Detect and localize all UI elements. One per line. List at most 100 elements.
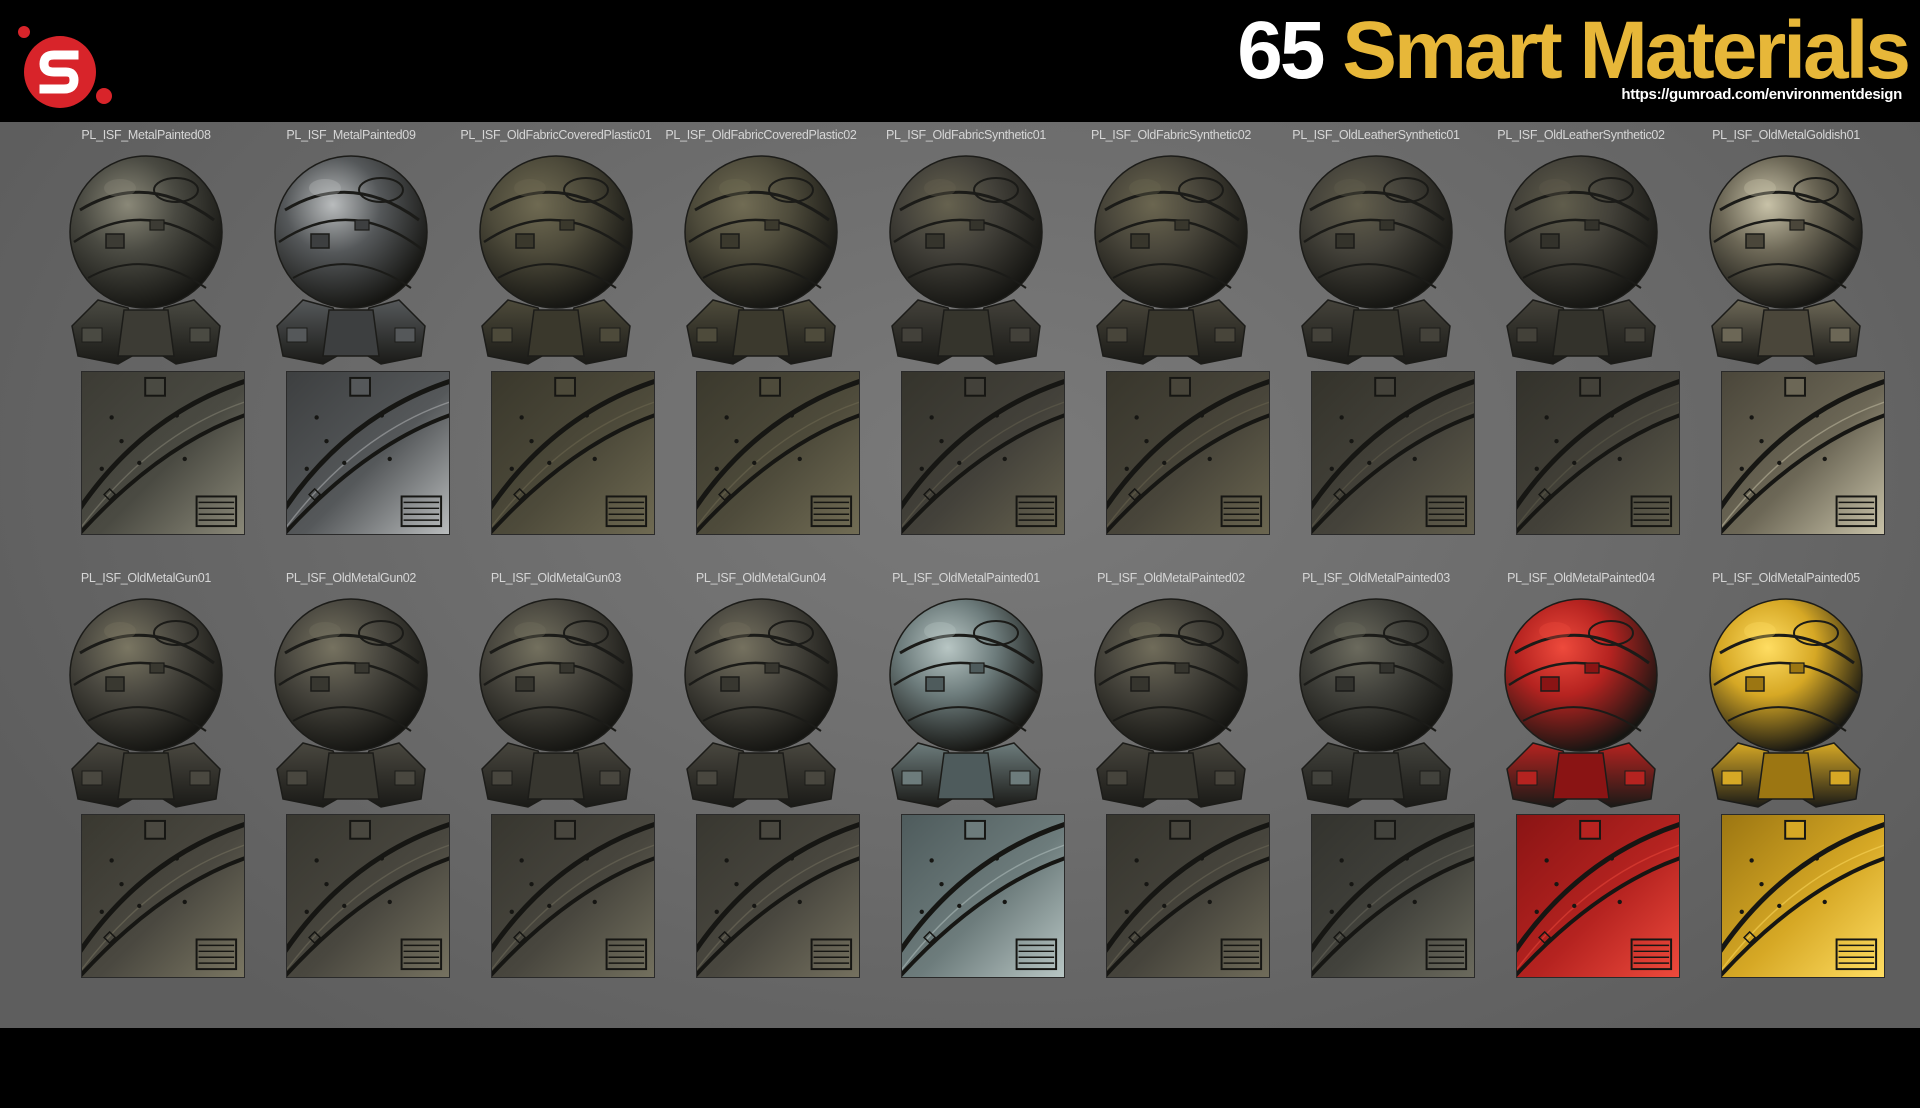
material-name-label: PL_ISF_MetalPainted09 [286, 128, 416, 142]
material-preview [673, 150, 849, 366]
material-name-label: PL_ISF_OldFabricCoveredPlastic01 [460, 128, 652, 142]
material-name-label: PL_ISF_OldMetalPainted01 [892, 571, 1040, 585]
material-preview-sphere [1709, 598, 1863, 808]
material-card[interactable]: PL_ISF_OldMetalPainted04 [1479, 571, 1683, 991]
material-closeup-image [82, 815, 244, 977]
material-closeup-image [1722, 815, 1884, 977]
material-card[interactable]: PL_ISF_OldMetalGun03 [454, 571, 658, 991]
material-preview-sphere [1094, 598, 1248, 808]
material-card[interactable]: PL_ISF_OldLeatherSynthetic02 [1479, 128, 1683, 548]
material-card[interactable]: PL_ISF_OldMetalPainted02 [1069, 571, 1273, 991]
material-closeup-swatch [901, 814, 1065, 978]
material-name-label: PL_ISF_OldMetalGun02 [285, 571, 417, 585]
material-name-label: PL_ISF_OldFabricSynthetic02 [1090, 128, 1252, 142]
material-card[interactable]: PL_ISF_OldFabricSynthetic02 [1069, 128, 1273, 548]
material-card[interactable]: PL_ISF_OldMetalGun04 [659, 571, 863, 991]
material-preview [878, 593, 1054, 809]
material-name-label: PL_ISF_OldMetalGun01 [80, 571, 212, 585]
material-card[interactable]: PL_ISF_OldFabricCoveredPlastic01 [454, 128, 658, 548]
material-card[interactable]: PL_ISF_OldMetalPainted03 [1274, 571, 1478, 991]
material-closeup-swatch [1516, 371, 1680, 535]
material-name-label: PL_ISF_OldMetalPainted03 [1302, 571, 1450, 585]
material-preview [673, 593, 849, 809]
material-preview-sphere [479, 598, 633, 808]
material-closeup-image [1312, 815, 1474, 977]
material-preview-sphere [889, 598, 1043, 808]
material-preview-sphere [274, 598, 428, 808]
material-closeup-image [1517, 815, 1679, 977]
material-preview-sphere [889, 155, 1043, 365]
material-closeup-image [1312, 372, 1474, 534]
material-preview-sphere [69, 598, 223, 808]
material-closeup-swatch [1516, 814, 1680, 978]
material-preview-sphere [1299, 155, 1453, 365]
material-closeup-swatch [81, 814, 245, 978]
material-closeup-image [902, 815, 1064, 977]
material-card[interactable]: PL_ISF_OldMetalGoldish01 [1684, 128, 1888, 548]
material-card[interactable]: PL_ISF_OldMetalPainted01 [864, 571, 1068, 991]
material-closeup-image [82, 372, 244, 534]
material-card[interactable]: PL_ISF_OldLeatherSynthetic01 [1274, 128, 1478, 548]
material-closeup-swatch [1721, 371, 1885, 535]
material-preview-sphere [1709, 155, 1863, 365]
material-closeup-swatch [1106, 814, 1270, 978]
footer-bar [0, 1028, 1920, 1108]
material-closeup-swatch [286, 814, 450, 978]
material-name-label: PL_ISF_OldLeatherSynthetic02 [1497, 128, 1665, 142]
material-preview [58, 150, 234, 366]
material-preview [1288, 150, 1464, 366]
material-name-label: PL_ISF_OldMetalPainted04 [1507, 571, 1655, 585]
material-card[interactable]: PL_ISF_OldFabricCoveredPlastic02 [659, 128, 863, 548]
material-card[interactable]: PL_ISF_OldMetalPainted05 [1684, 571, 1888, 991]
material-preview-sphere [69, 155, 223, 365]
material-preview [58, 593, 234, 809]
material-card[interactable]: PL_ISF_OldMetalGun01 [44, 571, 248, 991]
material-grid-panel: PL_ISF_MetalPainted08 PL_ISF_MetalPainted… [0, 122, 1920, 1028]
material-card[interactable]: PL_ISF_MetalPainted08 [44, 128, 248, 548]
material-closeup-image [697, 372, 859, 534]
material-preview-sphere [274, 155, 428, 365]
material-closeup-image [287, 815, 449, 977]
material-preview-sphere [1299, 598, 1453, 808]
material-name-label: PL_ISF_OldMetalPainted02 [1097, 571, 1245, 585]
material-name-label: PL_ISF_OldFabricCoveredPlastic02 [665, 128, 857, 142]
material-preview [1493, 593, 1669, 809]
material-preview [1083, 150, 1259, 366]
material-name-label: PL_ISF_OldLeatherSynthetic01 [1292, 128, 1460, 142]
material-preview-sphere [1504, 155, 1658, 365]
material-name-label: PL_ISF_OldMetalGun04 [695, 571, 827, 585]
material-closeup-swatch [81, 371, 245, 535]
material-closeup-image [1107, 372, 1269, 534]
material-closeup-swatch [491, 814, 655, 978]
material-preview-sphere [684, 598, 838, 808]
material-closeup-image [492, 372, 654, 534]
material-name-label: PL_ISF_MetalPainted08 [81, 128, 211, 142]
material-closeup-image [1722, 372, 1884, 534]
material-closeup-swatch [901, 371, 1065, 535]
material-preview-sphere [1094, 155, 1248, 365]
store-url-link[interactable]: https://gumroad.com/environmentdesign [1621, 86, 1902, 103]
material-card[interactable]: PL_ISF_MetalPainted09 [249, 128, 453, 548]
material-preview-sphere [1504, 598, 1658, 808]
material-closeup-image [1107, 815, 1269, 977]
material-name-label: PL_ISF_OldMetalGoldish01 [1712, 128, 1860, 142]
header-bar: 65 Smart Materials https://gumroad.com/e… [0, 0, 1920, 122]
material-preview [878, 150, 1054, 366]
material-closeup-swatch [696, 814, 860, 978]
material-closeup-swatch [1311, 371, 1475, 535]
material-closeup-swatch [1311, 814, 1475, 978]
material-card[interactable]: PL_ISF_OldMetalGun02 [249, 571, 453, 991]
material-preview [263, 593, 439, 809]
material-closeup-swatch [1721, 814, 1885, 978]
material-card[interactable]: PL_ISF_OldFabricSynthetic01 [864, 128, 1068, 548]
page-title: 65 Smart Materials [1237, 6, 1911, 96]
material-name-label: PL_ISF_OldMetalPainted05 [1712, 571, 1860, 585]
material-preview [1698, 150, 1874, 366]
material-preview [468, 593, 644, 809]
material-preview-sphere [684, 155, 838, 365]
material-closeup-image [697, 815, 859, 977]
material-closeup-image [287, 372, 449, 534]
material-preview [1698, 593, 1874, 809]
material-name-label: PL_ISF_OldMetalGun03 [490, 571, 622, 585]
material-closeup-swatch [286, 371, 450, 535]
